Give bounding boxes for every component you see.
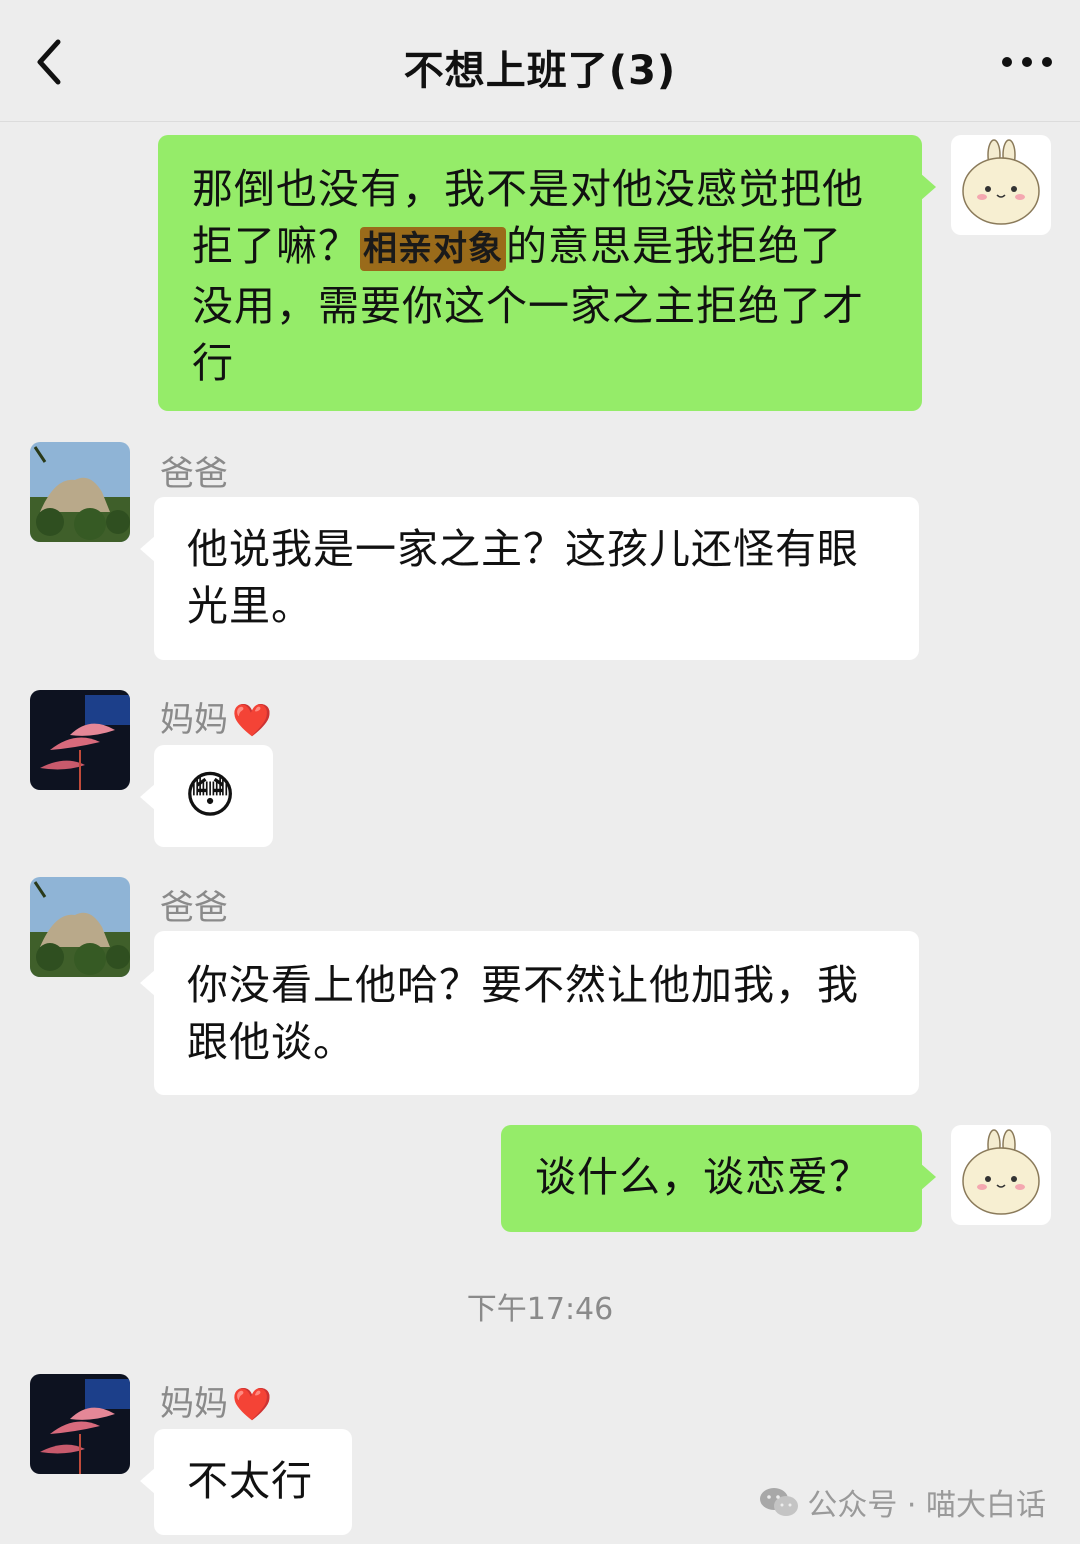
avatar-mom[interactable]	[30, 690, 130, 790]
message-bubble-incoming[interactable]: 他说我是一家之主？这孩儿还怪有眼光里。	[140, 497, 919, 660]
message-text: 不太行	[187, 1457, 313, 1505]
sender-name: 爸爸	[160, 888, 228, 928]
avatar-dad[interactable]	[30, 877, 130, 977]
heart-icon: ❤️	[232, 1385, 272, 1423]
flower-night-avatar-icon	[30, 1374, 130, 1474]
more-dots-icon[interactable]	[1002, 50, 1052, 74]
message-bubble-incoming[interactable]: 😳	[140, 745, 273, 847]
message-bubble-outgoing[interactable]: 谈什么，谈恋爱？	[501, 1125, 936, 1232]
sender-name: 妈妈 ❤️	[160, 1384, 272, 1424]
flower-night-avatar-icon	[30, 690, 130, 790]
bunny-avatar-icon	[951, 1125, 1051, 1225]
message-bubble-outgoing[interactable]: 那倒也没有，我不是对他没感觉把他拒了嘛？相亲对象的意思是我拒绝了没用，需要你这个…	[158, 135, 936, 411]
message-text: 他说我是一家之主？这孩儿还怪有眼光里。	[187, 525, 859, 630]
bunny-avatar-icon	[951, 135, 1051, 235]
heart-icon: ❤️	[232, 701, 272, 739]
avatar-self[interactable]	[951, 1125, 1051, 1225]
avatar-mom[interactable]	[30, 1374, 130, 1474]
wechat-icon	[760, 1488, 799, 1516]
landscape-avatar-icon	[30, 877, 130, 977]
chat-title: 不想上班了(3)	[403, 48, 677, 94]
watermark: 公众号 · 喵大白话	[759, 1480, 1046, 1524]
landscape-avatar-icon	[30, 442, 130, 542]
watermark-text: 公众号 · 喵大白话	[807, 1488, 1046, 1523]
highlighted-text: 相亲对象	[360, 227, 506, 271]
chat-header: 不想上班了(3)	[0, 0, 1080, 122]
emoji-flushed: 😳	[184, 766, 238, 824]
message-timestamp: 下午17:46	[466, 1292, 614, 1327]
sender-name: 爸爸	[160, 454, 228, 494]
message-bubble-incoming[interactable]: 你没看上他哈？要不然让他加我，我跟他谈。	[140, 931, 919, 1095]
avatar-self[interactable]	[951, 135, 1051, 235]
message-text: 你没看上他哈？要不然让他加我，我跟他谈。	[187, 961, 859, 1066]
avatar-dad[interactable]	[30, 442, 130, 542]
message-bubble-incoming[interactable]: 不太行	[140, 1429, 352, 1535]
message-text: 谈什么，谈恋爱？	[535, 1153, 871, 1201]
sender-name: 妈妈 ❤️	[160, 700, 272, 740]
